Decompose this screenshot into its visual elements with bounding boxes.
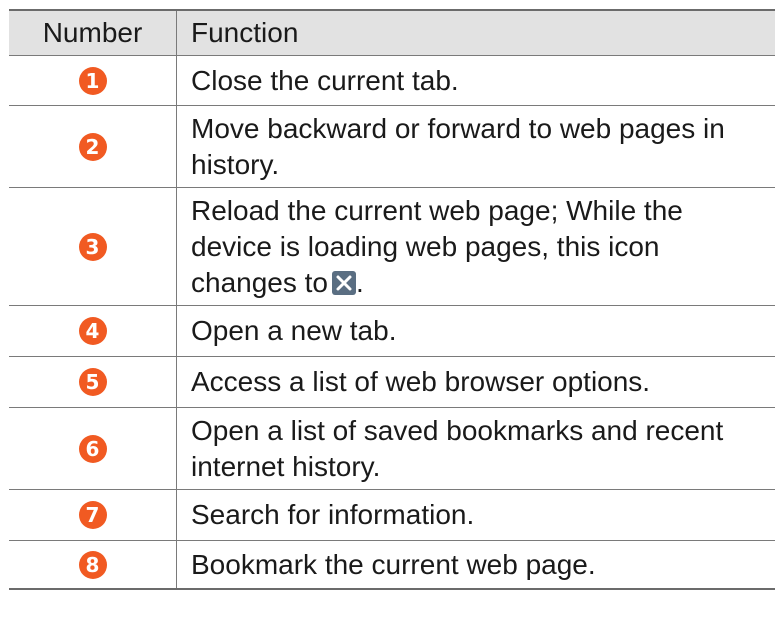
header-number: Number: [9, 11, 177, 55]
number-badge: 2: [78, 132, 107, 161]
function-text: Reload the current web page; While the d…: [191, 193, 763, 301]
number-cell: 1: [9, 56, 177, 105]
number-cell: 6: [9, 408, 177, 489]
function-cell: Open a list of saved bookmarks and recen…: [191, 414, 724, 482]
table-row: 2 Move backward or forward to web pages …: [9, 106, 775, 188]
number-badge: 7: [78, 501, 107, 529]
function-cell: Bookmark the current web page.: [191, 548, 596, 580]
number-cell: 4: [9, 306, 177, 356]
table-row: 4 Open a new tab.: [9, 306, 775, 357]
function-table: Number Function 1 Close the current tab.…: [9, 9, 775, 590]
table-row: 6 Open a list of saved bookmarks and rec…: [9, 408, 775, 490]
number-cell: 8: [9, 541, 177, 588]
table-row: 1 Close the current tab.: [9, 56, 775, 106]
function-cell: Access a list of web browser options.: [191, 366, 651, 397]
table-row: 5 Access a list of web browser options.: [9, 357, 775, 408]
number-badge: 8: [78, 550, 107, 579]
number-badge: 5: [78, 368, 107, 396]
table-row: 3 Reload the current web page; While the…: [9, 188, 775, 306]
number-cell: 2: [9, 106, 177, 187]
function-cell: Close the current tab.: [191, 64, 459, 96]
number-badge: 4: [78, 317, 107, 345]
number-cell: 3: [9, 188, 177, 305]
number-badge: 3: [78, 232, 107, 261]
function-text-main: Reload the current web page; While the d…: [191, 194, 683, 298]
function-text-suffix: .: [356, 266, 364, 298]
function-cell: Open a new tab.: [191, 315, 397, 346]
table-row: 8 Bookmark the current web page.: [9, 541, 775, 588]
function-cell: Move backward or forward to web pages in…: [191, 112, 725, 180]
header-function: Function: [191, 17, 299, 48]
function-cell: Search for information.: [191, 499, 475, 530]
number-badge: 1: [78, 66, 107, 95]
number-cell: 5: [9, 357, 177, 407]
number-badge: 6: [78, 434, 107, 463]
table-row: 7 Search for information.: [9, 490, 775, 541]
number-cell: 7: [9, 490, 177, 540]
function-cell: Reload the current web page; While the d…: [177, 188, 775, 305]
table-header-row: Number Function: [9, 11, 775, 56]
close-x-icon: [332, 270, 356, 295]
